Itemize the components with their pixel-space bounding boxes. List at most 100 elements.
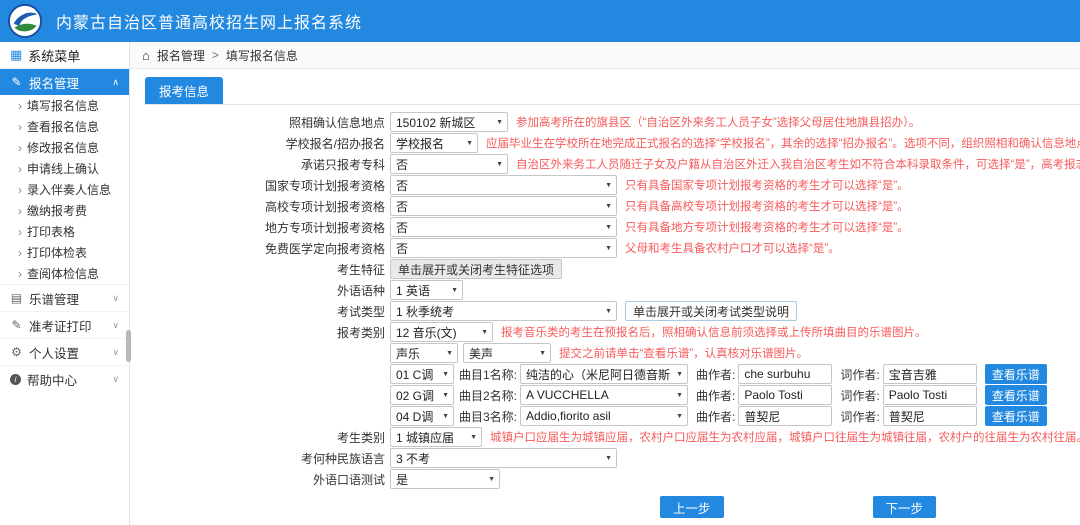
candidate-features-label: 考生特征 [145, 261, 390, 278]
foreign-language-label: 外语语种 [145, 282, 390, 299]
sidebar-item-print-form[interactable]: › 打印表格 [0, 221, 129, 242]
row-song-3: 04 D调 ▼ 曲目3名称: Addio,fiorito asil ▼ 曲作者:… [145, 406, 1080, 426]
app-header: 内蒙古自治区普通高校招生网上报名系统 [0, 0, 1080, 42]
app-logo-icon [8, 4, 42, 38]
row-music-major: 声乐 ▼ 美声 ▼ 提交之前请单击“查看乐谱”，认真核对乐谱图片。 [145, 343, 1080, 363]
sidebar-item-label: 查看报名信息 [27, 118, 99, 135]
song-1-lyricist-label: 词作者: [840, 366, 879, 383]
breadcrumb-section[interactable]: 报名管理 [157, 47, 205, 64]
university-special-hint: 只有具备高校专项计划报考资格的考生才可以选择“是”。 [625, 198, 909, 214]
row-foreign-language: 外语语种 1 英语 ▼ [145, 280, 1080, 300]
sidebar-group-print-ticket[interactable]: ✎ 准考证打印 ∨ [0, 311, 129, 338]
local-special-select[interactable]: 否 ▼ [390, 217, 617, 237]
chevron-up-icon: ∧ [112, 77, 119, 88]
row-song-2: 02 G调 ▼ 曲目2名称: A VUCCHELLA ▼ 曲作者: 词作者: 查… [145, 385, 1080, 405]
song-1-view-score-button[interactable]: 查看乐谱 [985, 364, 1047, 384]
ethnic-language-exam-select[interactable]: 3 不考 ▼ [390, 448, 617, 468]
edit-icon: ✎ [10, 75, 23, 89]
sidebar-group-baoming-guanli[interactable]: ✎ 报名管理 ∧ [0, 69, 129, 95]
sidebar-item-print-medical[interactable]: › 打印体检表 [0, 242, 129, 263]
song-2-composer-input[interactable] [738, 385, 832, 405]
university-special-select[interactable]: 否 ▼ [390, 196, 617, 216]
sub-arrow-icon: › [18, 246, 22, 260]
sidebar-item-view-info[interactable]: › 查看报名信息 [0, 116, 129, 137]
register-channel-select[interactable]: 学校报名 ▼ [390, 133, 478, 153]
national-special-label: 国家专项计划报考资格 [145, 177, 390, 194]
chevron-down-icon: ▼ [442, 371, 449, 378]
tab-baokao-info[interactable]: 报考信息 [145, 77, 223, 104]
sidebar-item-accompanist[interactable]: › 录入伴奏人信息 [0, 179, 129, 200]
apply-category-select[interactable]: 12 音乐(文) ▼ [390, 322, 493, 342]
exam-type-select[interactable]: 1 秋季统考 ▼ [390, 301, 617, 321]
only-college-hint: 自治区外来务工人员随迁子女及户籍从自治区外迁入我自治区考生如不符合本科录取条件，… [516, 156, 1080, 172]
song-3-key-select[interactable]: 04 D调 ▼ [390, 406, 454, 426]
only-college-select[interactable]: 否 ▼ [390, 154, 508, 174]
free-medical-hint: 父母和考生具备农村户口才可以选择“是”。 [625, 240, 840, 256]
oral-test-select[interactable]: 是 ▼ [390, 469, 500, 489]
sidebar-item-edit-info[interactable]: › 修改报名信息 [0, 137, 129, 158]
sidebar-item-fill-info[interactable]: › 填写报名信息 [0, 95, 129, 116]
song-1-composer-input[interactable] [738, 364, 832, 384]
sidebar-item-online-confirm[interactable]: › 申请线上确认 [0, 158, 129, 179]
sidebar-group-personal-settings[interactable]: ⚙ 个人设置 ∨ [0, 338, 129, 365]
song-1-key-select[interactable]: 01 C调 ▼ [390, 364, 454, 384]
breadcrumb-separator: > [212, 48, 219, 62]
university-special-label: 高校专项计划报考资格 [145, 198, 390, 215]
chevron-down-icon: ▼ [481, 329, 488, 336]
chevron-down-icon: ▼ [470, 434, 477, 441]
sidebar-group-help-center[interactable]: i 帮助中心 ∨ [0, 365, 129, 392]
chevron-down-icon: ▼ [605, 308, 612, 315]
sidebar: ▦ 系统菜单 ✎ 报名管理 ∧ › 填写报名信息 › 查看报名信息 › 修改报名… [0, 42, 130, 525]
song-3-lyricist-label: 词作者: [840, 408, 879, 425]
tab-bar: 报考信息 [145, 77, 1080, 105]
song-2-name-label: 曲目2名称: [459, 387, 517, 404]
chevron-down-icon: ∨ [112, 347, 119, 358]
free-medical-select[interactable]: 否 ▼ [390, 238, 617, 258]
sidebar-item-label: 申请线上确认 [27, 160, 99, 177]
form-content: 报考信息 照相确认信息地点 150102 新城区 ▼ 参加高考所在的旗县区（“自… [130, 69, 1080, 518]
song-2-view-score-button[interactable]: 查看乐谱 [985, 385, 1047, 405]
local-special-label: 地方专项计划报考资格 [145, 219, 390, 236]
chevron-down-icon: ▼ [676, 371, 683, 378]
photo-location-select[interactable]: 150102 新城区 ▼ [390, 112, 508, 132]
song-2-composer-label: 曲作者: [696, 387, 735, 404]
sidebar-item-label: 填写报名信息 [27, 97, 99, 114]
music-major-select[interactable]: 声乐 ▼ [390, 343, 458, 363]
chevron-down-icon: ▼ [605, 203, 612, 210]
previous-step-button[interactable]: 上一步 [660, 496, 724, 518]
exam-type-toggle-button[interactable]: 单击展开或关闭考试类型说明 [625, 301, 797, 321]
sidebar-item-view-medical[interactable]: › 查阅体检信息 [0, 263, 129, 284]
candidate-type-select[interactable]: 1 城镇应届 ▼ [390, 427, 482, 447]
voice-type-select[interactable]: 美声 ▼ [463, 343, 551, 363]
chevron-down-icon: ▼ [446, 350, 453, 357]
row-register-channel: 学校报名/招办报名 学校报名 ▼ 应届毕业生在学校所在地完成正式报名的选择“学校… [145, 133, 1080, 153]
row-exam-type: 考试类型 1 秋季统考 ▼ 单击展开或关闭考试类型说明 [145, 301, 1080, 321]
sidebar-group-label: 准考证打印 [29, 316, 92, 335]
sidebar-group-score-manage[interactable]: ▤ 乐谱管理 ∨ [0, 284, 129, 311]
sidebar-item-label: 录入伴奏人信息 [27, 181, 111, 198]
song-2-name-select[interactable]: A VUCCHELLA ▼ [520, 385, 688, 405]
row-oral-test: 外语口语测试 是 ▼ [145, 469, 1080, 489]
national-special-select[interactable]: 否 ▼ [390, 175, 617, 195]
apply-category-hint: 报考音乐类的考生在预报名后，照相确认信息前须选择或上传所填曲目的乐谱图片。 [501, 324, 927, 340]
song-3-name-select[interactable]: Addio,fiorito asil ▼ [520, 406, 688, 426]
sidebar-item-pay-fee[interactable]: › 缴纳报考费 [0, 200, 129, 221]
foreign-language-select[interactable]: 1 英语 ▼ [390, 280, 463, 300]
candidate-features-toggle-button[interactable]: 单击展开或关闭考生特征选项 [390, 259, 562, 279]
chevron-down-icon: ∨ [112, 320, 119, 331]
song-1-name-select[interactable]: 纯洁的心（米尼阿日德音斯 ▼ [520, 364, 688, 384]
song-3-view-score-button[interactable]: 查看乐谱 [985, 406, 1047, 426]
song-1-lyricist-input[interactable] [883, 364, 977, 384]
song-3-composer-input[interactable] [738, 406, 832, 426]
sub-arrow-icon: › [18, 225, 22, 239]
main-area: ⌂ 报名管理 > 填写报名信息 报考信息 照相确认信息地点 150102 新城区… [130, 42, 1080, 525]
song-3-lyricist-input[interactable] [883, 406, 977, 426]
photo-location-hint: 参加高考所在的旗县区（“自治区外来务工人员子女”选择父母居住地旗县招办）。 [516, 114, 920, 130]
chevron-down-icon: ▼ [442, 413, 449, 420]
sidebar-scrollbar-thumb[interactable] [126, 330, 131, 362]
next-step-button[interactable]: 下一步 [873, 496, 937, 518]
song-2-lyricist-input[interactable] [883, 385, 977, 405]
system-menu-header: ▦ 系统菜单 [0, 42, 129, 69]
photo-location-label: 照相确认信息地点 [145, 114, 390, 131]
song-2-key-select[interactable]: 02 G调 ▼ [390, 385, 454, 405]
